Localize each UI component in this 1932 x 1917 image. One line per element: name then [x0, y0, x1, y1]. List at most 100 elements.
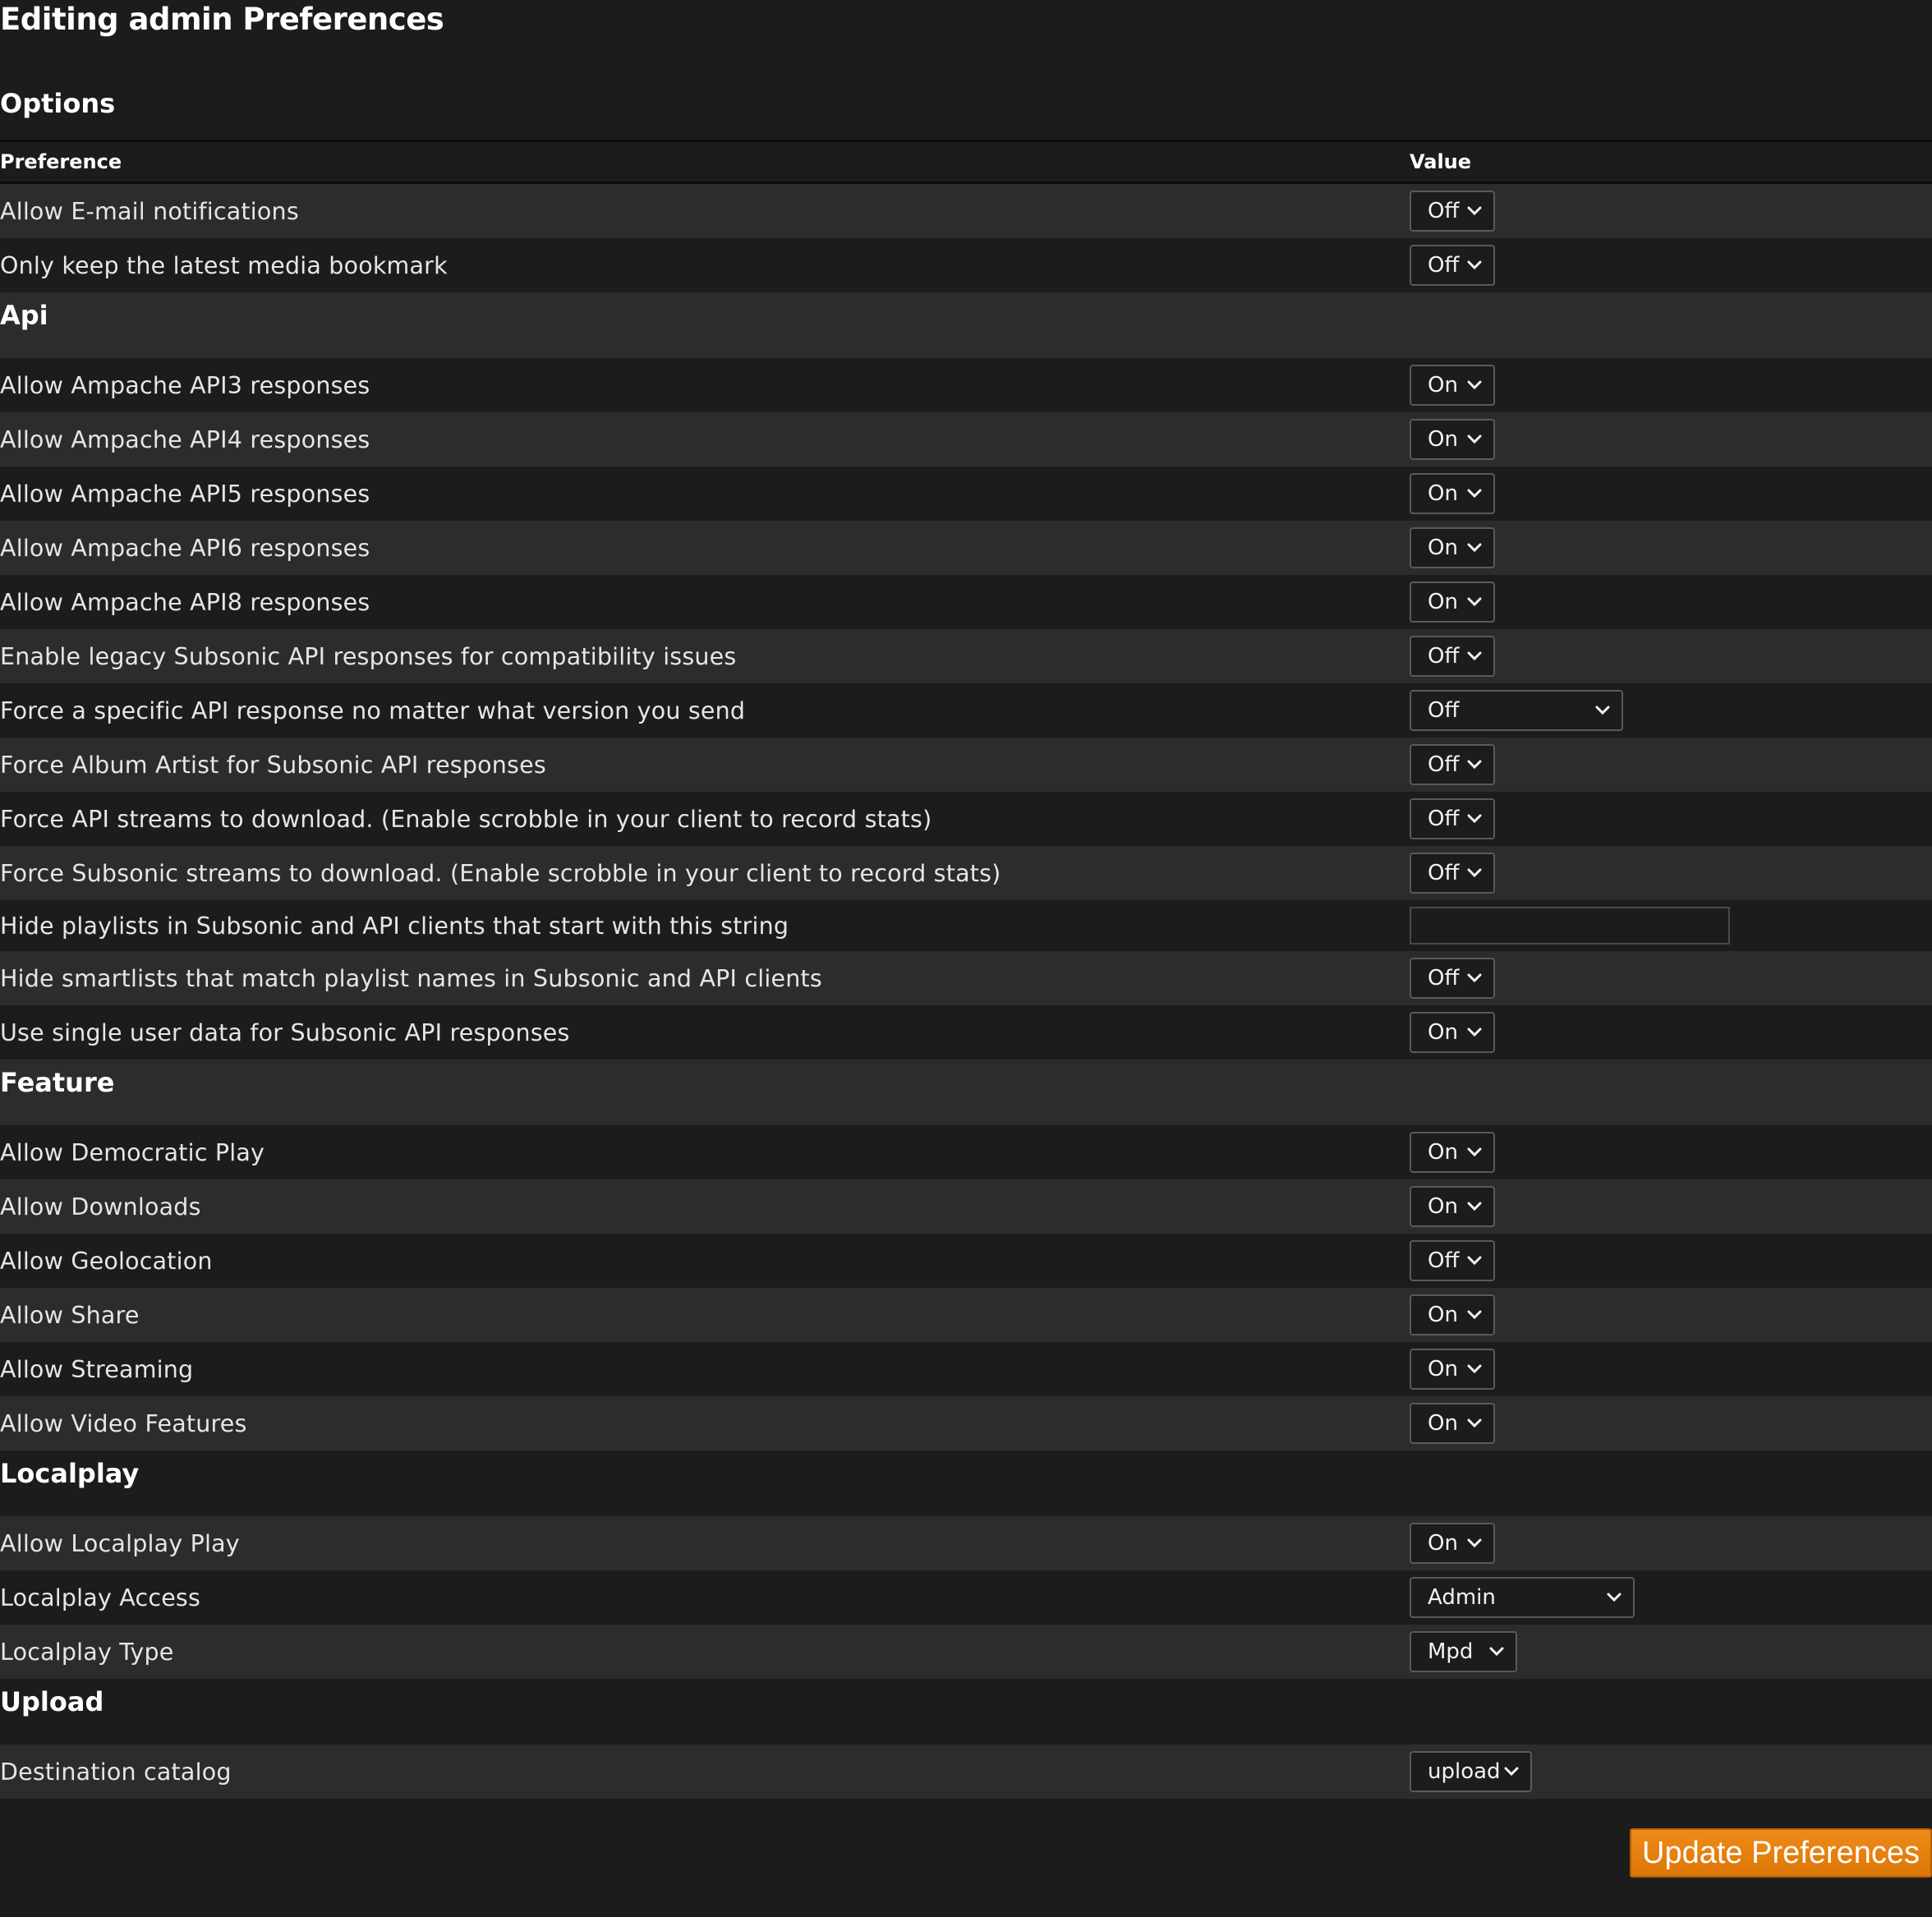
chevron-down-icon	[1467, 1310, 1482, 1320]
table-row: Allow Democratic Play On	[0, 1125, 1932, 1179]
chevron-down-icon	[1489, 1647, 1504, 1657]
localplay-play-select[interactable]: On	[1410, 1523, 1495, 1564]
chevron-down-icon	[1467, 260, 1482, 270]
table-header: Preference Value	[0, 140, 1932, 184]
latest-bookmark-select[interactable]: Off	[1410, 245, 1495, 286]
table-row: Allow Geolocation Off	[0, 1234, 1932, 1288]
downloads-select[interactable]: On	[1410, 1186, 1495, 1227]
update-preferences-button[interactable]: Update Preferences	[1630, 1828, 1932, 1878]
localplay-access-select[interactable]: Admin	[1410, 1577, 1635, 1618]
destination-catalog-select[interactable]: upload	[1410, 1751, 1532, 1792]
chevron-down-icon	[1467, 1147, 1482, 1157]
preferences-table: Preference Value Allow E-mail notificati…	[0, 140, 1932, 1799]
table-row: Allow Streaming On	[0, 1342, 1932, 1396]
page-title: Editing admin Preferences	[0, 2, 444, 37]
chevron-down-icon	[1467, 1418, 1482, 1428]
table-row: Localplay Type Mpd	[0, 1625, 1932, 1679]
select-value: On	[1428, 1303, 1458, 1327]
preference-label: Allow Ampache API6 responses	[0, 534, 370, 562]
preference-label: Allow Geolocation	[0, 1247, 213, 1275]
hide-smartlists-select[interactable]: Off	[1410, 958, 1495, 999]
select-value: Admin	[1428, 1585, 1496, 1610]
share-select[interactable]: On	[1410, 1294, 1495, 1335]
table-row: Force Album Artist for Subsonic API resp…	[0, 738, 1932, 792]
chevron-down-icon	[1467, 1027, 1482, 1037]
chevron-down-icon	[1467, 380, 1482, 390]
chevron-down-icon	[1467, 597, 1482, 607]
force-album-artist-select[interactable]: Off	[1410, 744, 1495, 785]
chevron-down-icon	[1467, 814, 1482, 824]
table-row: Allow Video Features On	[0, 1396, 1932, 1450]
section-title-upload: Upload	[0, 1686, 104, 1717]
chevron-down-icon	[1607, 1593, 1622, 1602]
chevron-down-icon	[1467, 760, 1482, 770]
table-row: Allow E-mail notifications Off	[0, 184, 1932, 238]
select-value: On	[1428, 1411, 1458, 1436]
force-api-version-select[interactable]: Off	[1410, 690, 1623, 731]
video-features-select[interactable]: On	[1410, 1403, 1495, 1444]
select-value: On	[1428, 536, 1458, 560]
table-row: Allow Ampache API6 responses On	[0, 521, 1932, 575]
column-header-preference: Preference	[0, 150, 122, 173]
table-row: Enable legacy Subsonic API responses for…	[0, 629, 1932, 683]
preferences-page: Editing admin Preferences Options Prefer…	[0, 0, 1932, 1917]
preference-label: Use single user data for Subsonic API re…	[0, 1018, 570, 1046]
force-subsonic-download-select[interactable]: Off	[1410, 853, 1495, 894]
legacy-subsonic-select[interactable]: Off	[1410, 636, 1495, 677]
table-row: Hide smartlists that match playlist name…	[0, 951, 1932, 1005]
preference-label: Allow Video Features	[0, 1409, 247, 1437]
table-row: Allow Localplay Play On	[0, 1516, 1932, 1570]
table-row: Allow Ampache API8 responses On	[0, 575, 1932, 629]
api8-select[interactable]: On	[1410, 582, 1495, 623]
section-localplay: Localplay	[0, 1450, 1932, 1516]
select-value: Off	[1428, 199, 1460, 223]
single-user-data-select[interactable]: On	[1410, 1012, 1495, 1053]
select-value: Off	[1428, 698, 1460, 723]
api5-select[interactable]: On	[1410, 473, 1495, 514]
preference-label: Force Album Artist for Subsonic API resp…	[0, 751, 546, 779]
select-value: On	[1428, 427, 1458, 452]
streaming-select[interactable]: On	[1410, 1349, 1495, 1390]
preference-label: Destination catalog	[0, 1758, 232, 1786]
api6-select[interactable]: On	[1410, 527, 1495, 568]
preference-label: Allow Streaming	[0, 1355, 194, 1383]
section-feature: Feature	[0, 1060, 1932, 1125]
chevron-down-icon	[1467, 1538, 1482, 1548]
table-row: Allow Downloads On	[0, 1179, 1932, 1234]
select-value: Off	[1428, 861, 1460, 885]
preference-label: Allow Ampache API8 responses	[0, 588, 370, 616]
email-notifications-select[interactable]: Off	[1410, 191, 1495, 232]
geolocation-select[interactable]: Off	[1410, 1240, 1495, 1281]
table-row: Use single user data for Subsonic API re…	[0, 1005, 1932, 1060]
api4-select[interactable]: On	[1410, 419, 1495, 460]
section-title-api: Api	[0, 300, 48, 331]
chevron-down-icon	[1467, 973, 1482, 983]
table-row: Destination catalog upload	[0, 1745, 1932, 1799]
preference-label: Force a specific API response no matter …	[0, 696, 746, 724]
preference-label: Allow Ampache API3 responses	[0, 371, 370, 399]
preference-label: Force API streams to download. (Enable s…	[0, 805, 932, 833]
select-value: On	[1428, 1531, 1458, 1556]
options-heading: Options	[0, 88, 116, 119]
preference-label: Force Subsonic streams to download. (Ena…	[0, 859, 1001, 887]
preference-label: Enable legacy Subsonic API responses for…	[0, 642, 737, 670]
hide-playlists-prefix-input[interactable]	[1410, 907, 1730, 945]
select-value: Off	[1428, 752, 1460, 777]
select-value: Off	[1428, 1248, 1460, 1273]
preference-label: Allow Ampache API4 responses	[0, 425, 370, 453]
table-row: Allow Ampache API3 responses On	[0, 358, 1932, 412]
select-value: On	[1428, 481, 1458, 506]
table-row: Allow Share On	[0, 1288, 1932, 1342]
localplay-type-select[interactable]: Mpd	[1410, 1631, 1517, 1672]
democratic-play-select[interactable]: On	[1410, 1132, 1495, 1173]
select-value: On	[1428, 1194, 1458, 1219]
select-value: Off	[1428, 644, 1460, 669]
api3-select[interactable]: On	[1410, 365, 1495, 406]
select-value: upload	[1428, 1759, 1501, 1784]
preference-label: Allow Ampache API5 responses	[0, 480, 370, 508]
table-row: Only keep the latest media bookmark Off	[0, 238, 1932, 292]
force-api-download-select[interactable]: Off	[1410, 798, 1495, 839]
table-row: Force a specific API response no matter …	[0, 683, 1932, 738]
chevron-down-icon	[1467, 434, 1482, 444]
select-value: On	[1428, 1357, 1458, 1381]
